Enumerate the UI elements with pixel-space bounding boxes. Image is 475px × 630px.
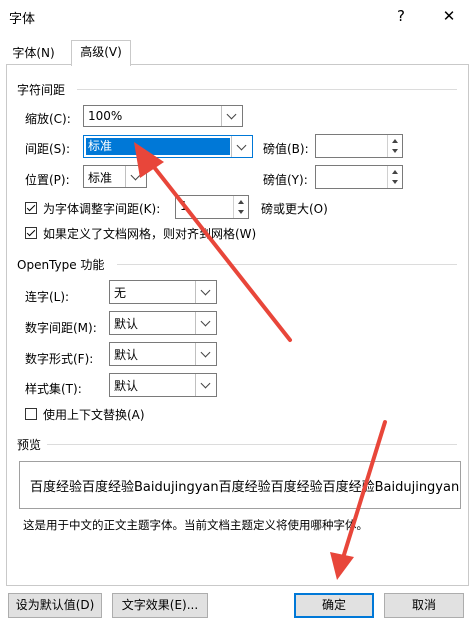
set-default-button[interactable]: 设为默认值(D) [8, 593, 102, 618]
section-title-preview: 预览 [17, 438, 42, 452]
number-spacing-label: 数字间距(M): [25, 321, 97, 335]
spinner[interactable] [387, 135, 402, 157]
chevron-down-icon[interactable] [195, 281, 216, 303]
contextual-alternates-checkbox[interactable] [25, 408, 37, 420]
spacing-label: 间距(S): [25, 142, 71, 156]
cancel-button[interactable]: 取消 [384, 593, 464, 618]
close-button[interactable]: ✕ [436, 4, 462, 28]
contextual-alternates-label: 使用上下文替换(A) [43, 408, 145, 422]
tab-bar: 字体(N) 高级(V) [0, 40, 475, 66]
position-points-label: 磅值(Y): [263, 173, 308, 187]
stylistic-sets-value: 默认 [114, 379, 139, 393]
spinner[interactable] [387, 166, 402, 188]
chevron-down-icon[interactable] [221, 106, 242, 126]
spacing-points-label: 磅值(B): [263, 142, 309, 156]
ligatures-value: 无 [114, 286, 127, 300]
section-divider [117, 264, 457, 265]
snap-to-grid-checkbox[interactable] [25, 227, 37, 239]
spinner[interactable] [233, 196, 248, 218]
preview-box: 百度经验百度经验Baidujingyan百度经验百度经验百度经验Baidujin… [19, 461, 461, 509]
spacing-points-stepper[interactable] [315, 134, 403, 158]
spin-up-icon[interactable] [388, 135, 402, 146]
preview-note: 这是用于中文的正文主题字体。当前文档主题定义将使用哪种字体。 [23, 518, 368, 532]
section-divider [77, 89, 457, 90]
chevron-down-icon[interactable] [125, 166, 146, 187]
help-button[interactable]: ? [388, 4, 414, 28]
stylistic-sets-dropdown[interactable]: 默认 [109, 373, 217, 397]
position-value: 标准 [88, 171, 113, 185]
spacing-dropdown[interactable]: 标准 [83, 135, 253, 158]
spin-up-icon[interactable] [234, 196, 248, 207]
ligatures-dropdown[interactable]: 无 [109, 280, 217, 304]
tab-advanced[interactable]: 高级(V) [71, 40, 131, 66]
advanced-panel: 字符间距 缩放(C): 100% 间距(S): 标准 磅值(B): 位置(P):… [6, 64, 469, 586]
chevron-down-icon[interactable] [195, 343, 216, 365]
kerning-stepper[interactable]: 1 [175, 195, 249, 219]
chevron-down-icon[interactable] [231, 136, 252, 157]
number-forms-value: 默认 [114, 348, 139, 362]
position-dropdown[interactable]: 标准 [83, 165, 147, 188]
chevron-down-icon[interactable] [195, 374, 216, 396]
dialog-title: 字体 [9, 12, 36, 27]
preview-sample-text: 百度经验百度经验Baidujingyan百度经验百度经验百度经验Baidujin… [30, 480, 460, 495]
position-points-stepper[interactable] [315, 165, 403, 189]
spacing-value: 标准 [86, 138, 230, 155]
spin-down-icon[interactable] [388, 177, 402, 188]
spin-up-icon[interactable] [388, 166, 402, 177]
ok-button[interactable]: 确定 [294, 593, 374, 618]
chevron-down-icon[interactable] [195, 312, 216, 334]
number-spacing-value: 默认 [114, 317, 139, 331]
scale-combobox[interactable]: 100% [83, 105, 243, 127]
section-divider [47, 444, 457, 445]
close-icon: ✕ [442, 7, 456, 25]
snap-to-grid-label: 如果定义了文档网格，则对齐到网格(W) [43, 227, 257, 241]
section-title-character-spacing: 字符间距 [17, 83, 66, 97]
kerning-checkbox[interactable] [25, 202, 37, 214]
scale-value: 100% [88, 109, 123, 123]
stylistic-sets-label: 样式集(T): [25, 382, 82, 396]
number-forms-label: 数字形式(F): [25, 352, 94, 366]
spin-down-icon[interactable] [234, 207, 248, 218]
kerning-label: 为字体调整字间距(K): [43, 202, 161, 216]
tab-font[interactable]: 字体(N) [5, 42, 62, 64]
position-label: 位置(P): [25, 173, 70, 187]
scale-label: 缩放(C): [25, 112, 71, 126]
text-effects-button[interactable]: 文字效果(E)... [112, 593, 208, 618]
kerning-suffix: 磅或更大(O) [261, 202, 328, 216]
title-bar: 字体 ? ✕ [0, 0, 475, 34]
number-spacing-dropdown[interactable]: 默认 [109, 311, 217, 335]
section-title-opentype: OpenType 功能 [17, 258, 105, 272]
ligatures-label: 连字(L): [25, 290, 70, 304]
kerning-value: 1 [180, 199, 188, 213]
number-forms-dropdown[interactable]: 默认 [109, 342, 217, 366]
spin-down-icon[interactable] [388, 146, 402, 157]
